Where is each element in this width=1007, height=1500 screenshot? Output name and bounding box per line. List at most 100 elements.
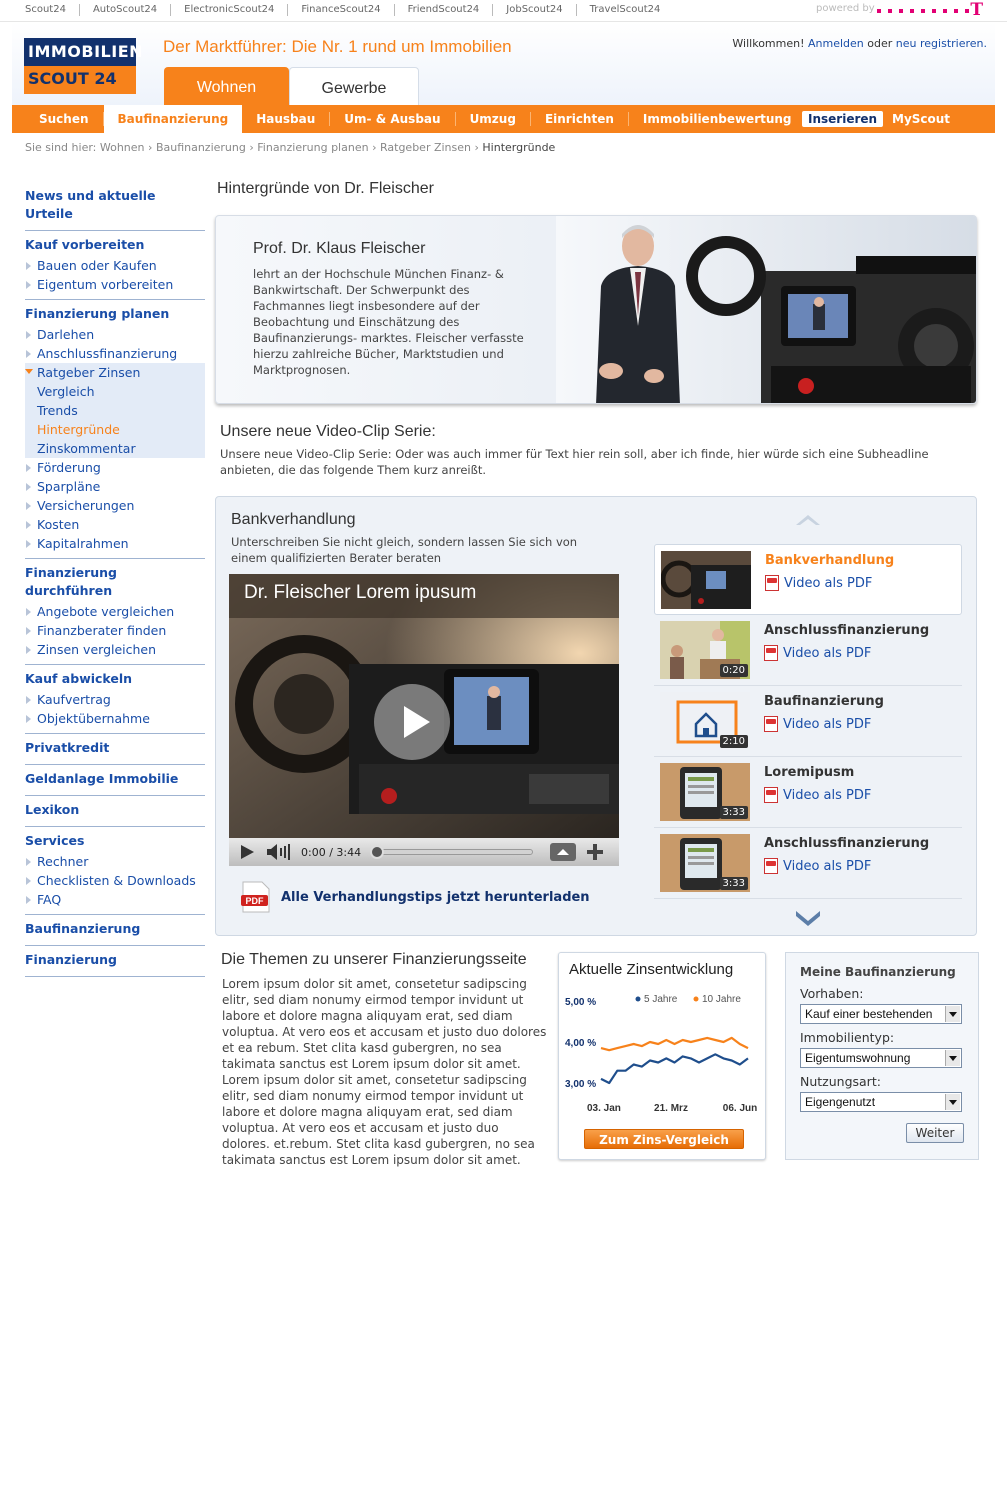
tab-wohnen[interactable]: Wohnen (164, 67, 289, 105)
sidebar-heading-kauf-vorbereiten[interactable]: Kauf vorbereiten (25, 234, 205, 256)
breadcrumb-link[interactable]: Ratgeber Zinsen (380, 141, 471, 154)
portal-link[interactable]: TravelScout24 (577, 4, 674, 16)
clip-title[interactable]: Bankverhandlung (765, 553, 894, 568)
clip-item-active[interactable]: Bankverhandlung Video als PDF (654, 544, 962, 615)
clip-thumbnail[interactable]: 3:33 (660, 763, 750, 821)
sidebar-item-ratgeber-zinsen[interactable]: Ratgeber Zinsen (25, 363, 205, 382)
nav-suchen[interactable]: Suchen (12, 112, 104, 126)
download-all-pdf[interactable]: PDF Alle Verhandlungstips jetzt herunter… (241, 881, 590, 913)
breadcrumb-link[interactable]: Finanzierung planen (257, 141, 368, 154)
clip-thumbnail[interactable]: 3:33 (660, 834, 750, 892)
clip-thumbnail[interactable]: 0:20 (660, 621, 750, 679)
nav-immobilienbewertung[interactable]: Immobilienbewertung (629, 112, 806, 126)
sidebar-heading-finanzierung[interactable]: Finanzierung (25, 949, 205, 971)
clip-title[interactable]: Loremipusm (764, 765, 854, 780)
clip-pdf-link[interactable]: Video als PDF (764, 645, 871, 661)
portal-link[interactable]: JobScout24 (493, 4, 577, 16)
fullscreen-icon[interactable] (549, 841, 577, 863)
sidebar-heading-finanzierung-planen[interactable]: Finanzierung planen (25, 303, 205, 325)
sidebar-item[interactable]: Bauen oder Kaufen (25, 256, 205, 275)
immobilientyp-select[interactable]: Eigentumswohnung (800, 1048, 962, 1068)
portal-link[interactable]: FriendScout24 (395, 4, 494, 16)
sidebar-item[interactable]: Finanzberater finden (25, 621, 205, 640)
clip-item[interactable]: 2:10 Baufinanzierung Video als PDF (654, 686, 962, 757)
sidebar-heading-lexikon[interactable]: Lexikon (25, 799, 205, 821)
nutzungsart-select[interactable]: Eigengenutzt (800, 1092, 962, 1112)
plus-icon[interactable] (585, 842, 605, 862)
sidebar-heading-services[interactable]: Services (25, 830, 205, 852)
legend-marker (635, 996, 641, 1002)
clip-pdf-link[interactable]: Video als PDF (764, 858, 871, 874)
sidebar-heading-finanzierung-durchfuehren[interactable]: Finanzierung durchführen (25, 562, 205, 602)
sidebar-item[interactable]: Kosten (25, 515, 205, 534)
immobilienscout-logo[interactable]: IMMOBILIEN SCOUT 24 (24, 38, 143, 94)
sidebar-item[interactable]: Eigentum vorbereiten (25, 275, 205, 294)
clip-pdf-link[interactable]: Video als PDF (764, 787, 871, 803)
portal-link[interactable]: FinanceScout24 (288, 4, 395, 16)
sidebar-subitem[interactable]: Zinskommentar (25, 439, 205, 458)
scroll-down-icon[interactable] (794, 907, 822, 927)
sidebar-item[interactable]: Rechner (25, 852, 205, 871)
breadcrumb-link[interactable]: Wohnen (100, 141, 145, 154)
sidebar-subitem[interactable]: Trends (25, 401, 205, 420)
seek-handle[interactable] (370, 845, 384, 859)
telekom-logo[interactable]: T (877, 0, 987, 20)
chevron-down-icon[interactable] (945, 1006, 960, 1022)
portal-link[interactable]: ElectronicScout24 (171, 4, 289, 16)
clip-item[interactable]: 0:20 Anschlussfinanzierung Video als PDF (654, 615, 962, 686)
weiter-button[interactable]: Weiter (906, 1123, 964, 1143)
sidebar-item[interactable]: Sparpläne (25, 477, 205, 496)
video-player[interactable]: Dr. Fleischer Lorem ipusum 0:00 / 3:44 (229, 574, 619, 866)
sidebar-heading-geldanlage[interactable]: Geldanlage Immobilie (25, 768, 205, 790)
download-all-text[interactable]: Alle Verhandlungstips jetzt herunterlade… (281, 890, 590, 905)
sidebar-heading-news[interactable]: News und aktuelle Urteile (25, 185, 205, 225)
clip-thumbnail[interactable]: 2:10 (660, 692, 750, 750)
sidebar-subitem[interactable]: Vergleich (25, 382, 205, 401)
clip-title[interactable]: Anschlussfinanzierung (764, 623, 929, 638)
seek-bar[interactable] (370, 845, 533, 859)
sidebar-item[interactable]: Darlehen (25, 325, 205, 344)
portal-link[interactable]: Scout24 (12, 4, 80, 16)
nav-hausbau[interactable]: Hausbau (242, 112, 331, 126)
sidebar-item[interactable]: Angebote vergleichen (25, 602, 205, 621)
sidebar-heading-baufinanzierung[interactable]: Baufinanzierung (25, 918, 205, 940)
sidebar-item[interactable]: Versicherungen (25, 496, 205, 515)
register-link[interactable]: neu registrieren. (896, 37, 987, 50)
chevron-down-icon[interactable] (945, 1094, 960, 1110)
clip-title[interactable]: Anschlussfinanzierung (764, 836, 929, 851)
clip-item[interactable]: 3:33 Loremipusm Video als PDF (654, 757, 962, 828)
portal-link[interactable]: AutoScout24 (80, 4, 172, 16)
play-icon[interactable] (229, 838, 263, 866)
login-link[interactable]: Anmelden (808, 37, 864, 50)
clip-thumbnail[interactable] (661, 551, 751, 609)
nav-umzug[interactable]: Umzug (456, 112, 531, 126)
chevron-down-icon[interactable] (945, 1050, 960, 1066)
vorhaben-select[interactable]: Kauf einer bestehenden (800, 1004, 962, 1024)
sidebar-item[interactable]: Kaufvertrag (25, 690, 205, 709)
nav-um-ausbau[interactable]: Um- & Ausbau (330, 112, 456, 126)
zins-vergleich-button[interactable]: Zum Zins-Vergleich (584, 1129, 744, 1149)
breadcrumb-link[interactable]: Baufinanzierung (156, 141, 246, 154)
clip-pdf-link[interactable]: Video als PDF (765, 575, 872, 591)
clip-pdf-link[interactable]: Video als PDF (764, 716, 871, 732)
sidebar-subitem-selected[interactable]: Hintergründe (25, 420, 205, 439)
inserieren-button[interactable]: Inserieren (802, 111, 884, 127)
sidebar-item[interactable]: Kapitalrahmen (25, 534, 205, 553)
sidebar-item[interactable]: Objektübernahme (25, 709, 205, 728)
scroll-up-icon[interactable] (794, 511, 822, 527)
clip-title[interactable]: Baufinanzierung (764, 694, 884, 709)
sidebar-item[interactable]: Förderung (25, 458, 205, 477)
play-overlay-icon[interactable] (374, 684, 450, 760)
volume-icon[interactable] (263, 838, 293, 866)
nav-baufinanzierung[interactable]: Baufinanzierung (103, 105, 243, 133)
sidebar-item[interactable]: Zinsen vergleichen (25, 640, 205, 659)
clip-item[interactable]: 3:33 Anschlussfinanzierung Video als PDF (654, 828, 962, 899)
myscout-link[interactable]: MyScout (892, 112, 950, 126)
sidebar-item[interactable]: FAQ (25, 890, 205, 909)
nav-einrichten[interactable]: Einrichten (531, 112, 629, 126)
sidebar-heading-kauf-abwickeln[interactable]: Kauf abwickeln (25, 668, 205, 690)
sidebar-item[interactable]: Checklisten & Downloads (25, 871, 205, 890)
sidebar-item[interactable]: Anschlussfinanzierung (25, 344, 205, 363)
sidebar-heading-privatkredit[interactable]: Privatkredit (25, 737, 205, 759)
tab-gewerbe[interactable]: Gewerbe (289, 67, 419, 105)
